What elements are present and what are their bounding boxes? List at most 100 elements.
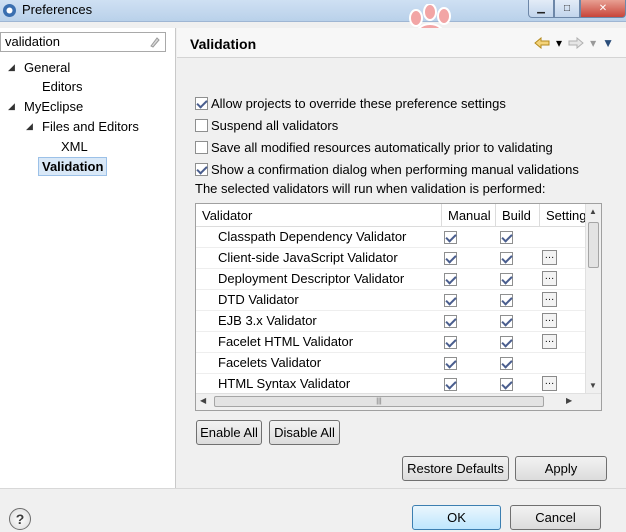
column-settings[interactable]: Settings (540, 204, 586, 227)
horizontal-scrollbar[interactable]: ◀ ||| ▶ (196, 393, 601, 410)
tree-item-xml[interactable]: XML (61, 137, 88, 156)
table-row[interactable]: Deployment Descriptor Validator… (196, 269, 586, 290)
option-suspend-all[interactable]: Suspend all validators (195, 114, 579, 136)
close-button[interactable]: ✕ (580, 0, 626, 18)
help-icon[interactable]: ? (9, 508, 31, 530)
tree-item-label: General (24, 60, 71, 75)
table-row[interactable]: Classpath Dependency Validator (196, 227, 586, 248)
option-show-confirmation[interactable]: Show a confirmation dialog when performi… (195, 158, 579, 180)
column-manual[interactable]: Manual (442, 204, 496, 227)
table-row[interactable]: DTD Validator… (196, 290, 586, 311)
option-allow-override[interactable]: Allow projects to override these prefere… (195, 92, 579, 114)
build-checkbox[interactable] (500, 273, 513, 286)
expanded-twisty-icon[interactable]: ◢ (26, 117, 36, 136)
validator-name: Facelets Validator (218, 355, 322, 370)
validator-name: EJB 3.x Validator (218, 313, 317, 328)
forward-arrow-icon[interactable] (568, 37, 584, 49)
back-arrow-icon[interactable] (534, 37, 550, 49)
settings-button[interactable]: … (542, 376, 557, 391)
back-dropdown-icon[interactable]: ▾ (556, 36, 562, 50)
table-row[interactable]: Facelets Validator (196, 353, 586, 374)
window-title: Preferences (22, 2, 93, 17)
manual-checkbox[interactable] (444, 252, 457, 265)
column-validator[interactable]: Validator (196, 204, 442, 227)
table-row[interactable]: Facelet HTML Validator … (196, 332, 586, 353)
settings-button[interactable]: … (542, 313, 557, 328)
option-label: Save all modified resources automaticall… (211, 139, 553, 155)
restore-defaults-button[interactable]: Restore Defaults (402, 456, 509, 481)
apply-button[interactable]: Apply (515, 456, 607, 481)
table-header: Validator Manual Build Settings (196, 204, 586, 227)
save-modified-checkbox[interactable] (195, 140, 208, 154)
expanded-twisty-icon[interactable]: ◢ (8, 97, 18, 116)
settings-button[interactable]: … (542, 250, 557, 265)
window-controls: ▁ □ ✕ (528, 0, 626, 20)
page-title: Validation (190, 36, 257, 52)
validator-name: Client-side JavaScript Validator (218, 250, 398, 265)
cancel-button[interactable]: Cancel (510, 505, 601, 530)
scroll-up-icon[interactable]: ▲ (589, 207, 597, 216)
tree-item-label: Editors (42, 79, 83, 94)
manual-checkbox[interactable] (444, 273, 457, 286)
preference-page: Validation ▾ ▾ ▼ Allow projects to overr… (177, 28, 626, 488)
manual-checkbox[interactable] (444, 315, 457, 328)
preferences-app-icon (3, 4, 16, 17)
scroll-left-icon[interactable]: ◀ (200, 396, 206, 405)
manual-checkbox[interactable] (444, 336, 457, 349)
view-menu-icon[interactable]: ▼ (602, 36, 614, 50)
enable-all-button[interactable]: Enable All (196, 420, 262, 445)
dialog-footer: ? OK Cancel (0, 488, 626, 532)
minimize-button[interactable]: ▁ (528, 0, 554, 18)
maximize-button[interactable]: □ (554, 0, 580, 18)
validation-options: Allow projects to override these prefere… (195, 92, 579, 180)
filter-box[interactable] (0, 32, 166, 52)
build-checkbox[interactable] (500, 252, 513, 265)
tree-item-label: MyEclipse (24, 99, 84, 114)
build-checkbox[interactable] (500, 336, 513, 349)
disable-all-button[interactable]: Disable All (269, 420, 340, 445)
expanded-twisty-icon[interactable]: ◢ (8, 58, 18, 77)
manual-checkbox[interactable] (444, 231, 457, 244)
filter-input[interactable] (5, 34, 145, 49)
column-build[interactable]: Build (496, 204, 540, 227)
manual-checkbox[interactable] (444, 378, 457, 391)
tree-item-validation[interactable]: Validation (38, 157, 108, 176)
manual-checkbox[interactable] (444, 357, 457, 370)
option-save-modified[interactable]: Save all modified resources automaticall… (195, 136, 579, 158)
table-row[interactable]: EJB 3.x Validator … (196, 311, 586, 332)
history-navigation: ▾ ▾ ▼ (534, 36, 614, 50)
settings-button[interactable]: … (542, 292, 557, 307)
tree-item-label: Files and Editors (42, 119, 139, 134)
show-confirmation-checkbox[interactable] (195, 162, 208, 176)
vertical-scroll-thumb[interactable] (588, 222, 599, 268)
suspend-all-checkbox[interactable] (195, 118, 208, 132)
validator-name: Classpath Dependency Validator (218, 229, 407, 244)
manual-checkbox[interactable] (444, 294, 457, 307)
vertical-scrollbar[interactable]: ▲ ▼ (585, 204, 601, 394)
clear-filter-icon[interactable] (149, 36, 161, 48)
build-checkbox[interactable] (500, 378, 513, 391)
settings-button[interactable]: … (542, 334, 557, 349)
settings-button[interactable]: … (542, 271, 557, 286)
build-checkbox[interactable] (500, 231, 513, 244)
horizontal-scroll-thumb[interactable]: ||| (214, 396, 544, 407)
option-label: Show a confirmation dialog when performi… (211, 161, 579, 177)
tree-item-label: XML (61, 139, 88, 154)
tree-item-editors[interactable]: Editors (42, 77, 82, 96)
validators-info-text: The selected validators will run when va… (195, 181, 546, 196)
title-bar: Preferences ▁ □ ✕ (0, 0, 626, 22)
scroll-right-icon[interactable]: ▶ (566, 396, 572, 405)
forward-dropdown-icon[interactable]: ▾ (590, 36, 596, 50)
allow-override-checkbox[interactable] (195, 96, 208, 110)
build-checkbox[interactable] (500, 294, 513, 307)
build-checkbox[interactable] (500, 315, 513, 328)
build-checkbox[interactable] (500, 357, 513, 370)
validator-name: HTML Syntax Validator (218, 376, 351, 391)
table-row[interactable]: Client-side JavaScript Validator … (196, 248, 586, 269)
option-label: Allow projects to override these prefere… (211, 95, 506, 111)
validators-table: Validator Manual Build Settings Classpat… (195, 203, 602, 411)
validator-name: Facelet HTML Validator (218, 334, 354, 349)
ok-button[interactable]: OK (412, 505, 501, 530)
scroll-down-icon[interactable]: ▼ (589, 381, 597, 390)
table-row[interactable]: HTML Syntax Validator … (196, 374, 586, 395)
